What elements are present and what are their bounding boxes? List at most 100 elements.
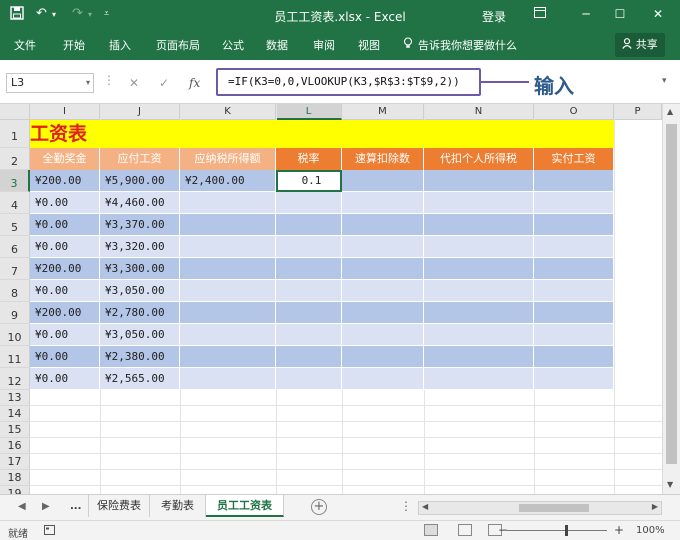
table-cell[interactable]	[276, 302, 342, 324]
row-header[interactable]: 19	[0, 486, 30, 494]
tab-home[interactable]: 开始	[63, 37, 85, 53]
table-cell[interactable]: ¥2,400.00	[180, 170, 276, 192]
header-cell[interactable]: 代扣个人所得税	[424, 148, 534, 170]
table-cell[interactable]	[276, 280, 342, 302]
table-cell[interactable]	[342, 368, 424, 390]
table-cell[interactable]: ¥0.00	[30, 192, 100, 214]
row-header[interactable]: 13	[0, 390, 30, 406]
table-cell[interactable]: ¥2,380.00	[100, 346, 180, 368]
table-cell[interactable]: ¥2,780.00	[100, 302, 180, 324]
table-cell[interactable]	[180, 280, 276, 302]
row-header[interactable]: 15	[0, 422, 30, 438]
col-header-l[interactable]: L	[276, 104, 342, 120]
table-cell[interactable]: ¥0.00	[30, 346, 100, 368]
minimize-icon[interactable]: ─	[574, 4, 598, 24]
zoom-slider-knob[interactable]	[565, 525, 568, 536]
table-cell[interactable]	[180, 214, 276, 236]
table-cell[interactable]: ¥3,050.00	[100, 324, 180, 346]
table-cell[interactable]: ¥0.00	[30, 324, 100, 346]
table-cell[interactable]	[342, 346, 424, 368]
select-all-button[interactable]	[0, 104, 30, 120]
sheet-tab-salary[interactable]: 员工工资表	[206, 495, 284, 517]
row-header[interactable]: 14	[0, 406, 30, 422]
table-cell[interactable]	[424, 214, 534, 236]
table-cell[interactable]	[342, 302, 424, 324]
vertical-scroll-thumb[interactable]	[666, 124, 677, 464]
col-header-i[interactable]: I	[30, 104, 100, 120]
table-cell[interactable]: ¥2,565.00	[100, 368, 180, 390]
cancel-icon[interactable]: ✕	[129, 76, 139, 90]
ribbon-display-icon[interactable]	[528, 4, 552, 24]
table-cell[interactable]	[342, 258, 424, 280]
row-header[interactable]: 1	[0, 120, 30, 148]
table-cell[interactable]	[534, 368, 614, 390]
tab-insert[interactable]: 插入	[109, 37, 131, 53]
empty-row[interactable]	[30, 422, 662, 438]
header-cell[interactable]: 实付工资	[534, 148, 614, 170]
table-cell[interactable]	[180, 368, 276, 390]
share-button[interactable]: 共享	[615, 33, 665, 57]
row-header[interactable]: 2	[0, 148, 30, 170]
row-header[interactable]: 17	[0, 454, 30, 470]
row-header[interactable]: 18	[0, 470, 30, 486]
col-header-m[interactable]: M	[342, 104, 424, 120]
row-header[interactable]: 16	[0, 438, 30, 454]
table-cell[interactable]: ¥3,320.00	[100, 236, 180, 258]
table-cell[interactable]	[180, 302, 276, 324]
table-cell[interactable]: ¥0.00	[30, 236, 100, 258]
login-link[interactable]: 登录	[482, 8, 506, 25]
add-sheet-button[interactable]: +	[311, 499, 327, 515]
table-cell[interactable]	[342, 214, 424, 236]
table-cell[interactable]	[424, 346, 534, 368]
col-header-j[interactable]: J	[100, 104, 180, 120]
table-cell[interactable]: ¥200.00	[30, 258, 100, 280]
table-cell[interactable]	[276, 368, 342, 390]
scroll-right-icon[interactable]: ▶	[652, 502, 658, 511]
table-cell[interactable]	[342, 170, 424, 192]
tab-file[interactable]: 文件	[14, 37, 36, 53]
table-cell[interactable]	[342, 192, 424, 214]
zoom-in-icon[interactable]: +	[614, 523, 624, 537]
zoom-level[interactable]: 100%	[636, 525, 665, 536]
table-cell[interactable]: ¥4,460.00	[100, 192, 180, 214]
table-cell[interactable]: ¥3,050.00	[100, 280, 180, 302]
next-sheet-icon[interactable]: ▶	[42, 501, 50, 512]
table-cell[interactable]: ¥0.00	[30, 368, 100, 390]
header-cell[interactable]: 税率	[276, 148, 342, 170]
col-header-p[interactable]: P	[614, 104, 662, 120]
empty-row[interactable]	[30, 454, 662, 470]
normal-view-icon[interactable]	[424, 524, 438, 536]
table-cell[interactable]: ¥5,900.00	[100, 170, 180, 192]
horizontal-scrollbar[interactable]: ◀ ▶	[418, 501, 662, 515]
table-cell[interactable]	[342, 280, 424, 302]
col-header-o[interactable]: O	[534, 104, 614, 120]
table-cell[interactable]: ¥0.00	[30, 280, 100, 302]
prev-sheet-icon[interactable]: ◀	[18, 501, 26, 512]
enter-icon[interactable]: ✓	[159, 76, 169, 90]
active-cell[interactable]: 0.1	[276, 170, 342, 192]
row-header[interactable]: 9	[0, 302, 30, 324]
row-header[interactable]: 3	[0, 170, 30, 192]
table-cell[interactable]: ¥200.00	[30, 170, 100, 192]
table-cell[interactable]	[180, 346, 276, 368]
header-cell[interactable]: 速算扣除数	[342, 148, 424, 170]
table-cell[interactable]: ¥3,300.00	[100, 258, 180, 280]
header-cell[interactable]: 应付工资	[100, 148, 180, 170]
empty-row[interactable]	[30, 470, 662, 486]
row-header[interactable]: 11	[0, 346, 30, 368]
row-header[interactable]: 5	[0, 214, 30, 236]
header-cell[interactable]: 应纳税所得额	[180, 148, 276, 170]
tab-page-layout[interactable]: 页面布局	[156, 37, 200, 53]
col-header-k[interactable]: K	[180, 104, 276, 120]
scroll-left-icon[interactable]: ◀	[422, 502, 428, 511]
table-cell[interactable]	[534, 324, 614, 346]
table-cell[interactable]	[276, 236, 342, 258]
table-cell[interactable]	[424, 170, 534, 192]
table-cell[interactable]	[180, 258, 276, 280]
table-cell[interactable]	[276, 324, 342, 346]
chevron-down-icon[interactable]: ▾	[86, 74, 90, 92]
table-cell[interactable]	[534, 170, 614, 192]
table-cell[interactable]: ¥3,370.00	[100, 214, 180, 236]
table-cell[interactable]	[180, 236, 276, 258]
spreadsheet-grid[interactable]: I J K L M N O P 1 工资表 2 全勤奖金 应付工资 应纳税所得额…	[0, 104, 662, 494]
